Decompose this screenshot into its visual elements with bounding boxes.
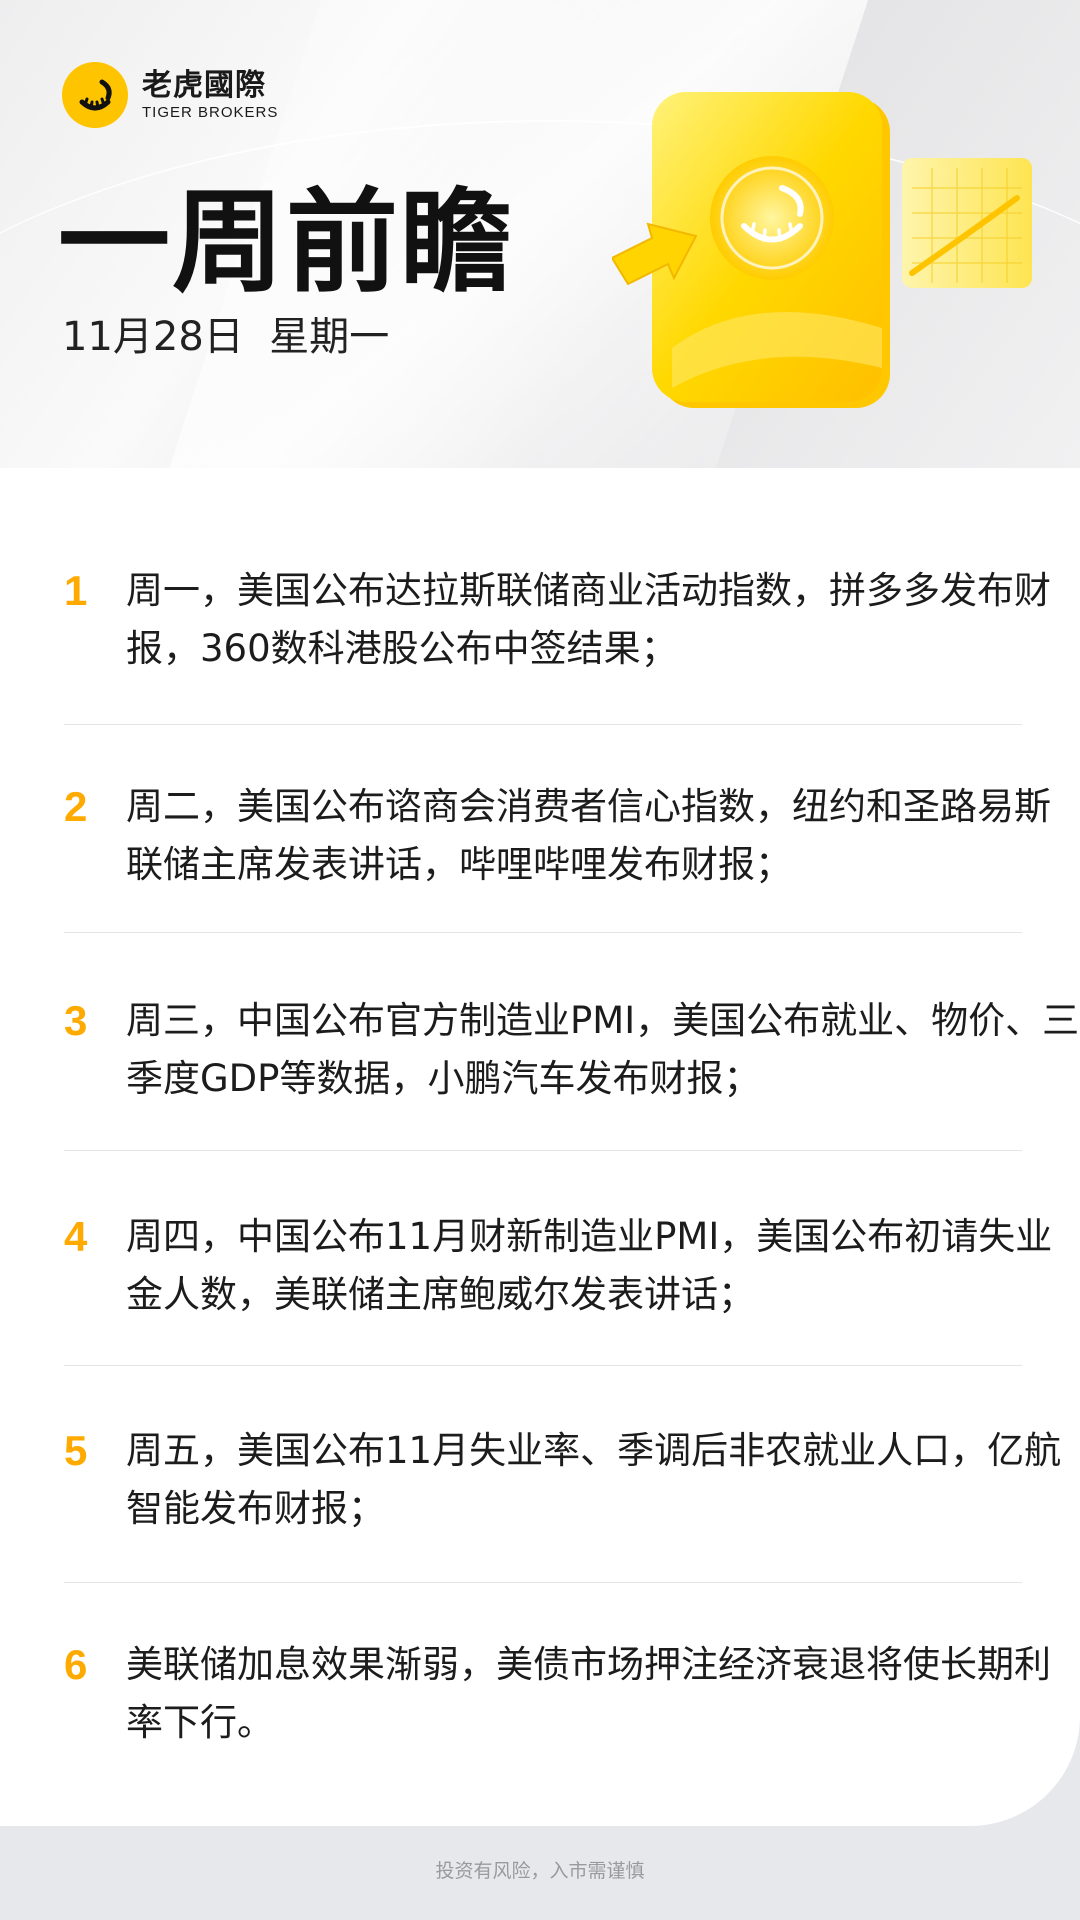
- page: 老虎國際 TIGER BROKERS 一周前瞻 11月28日 星期一 1 周一，…: [0, 0, 1080, 1920]
- divider: [64, 1365, 1022, 1366]
- item-number: 1: [64, 567, 88, 614]
- content-card: 1 周一，美国公布达拉斯联储商业活动指数，拼多多发布财报，360数科港股公布中签…: [0, 468, 1080, 1826]
- item-number: 5: [64, 1427, 88, 1474]
- divider: [64, 724, 1022, 725]
- brand-text: 老虎國際 TIGER BROKERS: [142, 68, 278, 122]
- date-label: 11月28日 星期一: [62, 314, 390, 360]
- brand-name-cn: 老虎國際: [142, 68, 266, 103]
- item-text: 周一，美国公布达拉斯联储商业活动指数，拼多多发布财报，360数科港股公布中签结果…: [126, 569, 1051, 670]
- item-text: 周五，美国公布11月失业率、季调后非农就业人口，亿航智能发布财报；: [126, 1429, 1062, 1530]
- item-text: 周四，中国公布11月财新制造业PMI，美国公布初请失业金人数，美联储主席鲍威尔发…: [126, 1215, 1053, 1316]
- divider: [64, 1150, 1022, 1151]
- item-number: 3: [64, 997, 88, 1044]
- brand-logo: 老虎國際 TIGER BROKERS: [62, 62, 278, 128]
- item-number: 6: [64, 1641, 88, 1688]
- item-text: 周三，中国公布官方制造业PMI，美国公布就业、物价、三季度GDP等数据，小鹏汽车…: [126, 999, 1080, 1100]
- item-number: 2: [64, 783, 88, 830]
- header-banner: 老虎國際 TIGER BROKERS 一周前瞻 11月28日 星期一: [0, 0, 1080, 468]
- divider: [64, 932, 1022, 933]
- tiger-brokers-logo-icon: [62, 62, 128, 128]
- gold-card-illustration-icon: [610, 88, 1042, 428]
- brand-name-en: TIGER BROKERS: [142, 104, 279, 121]
- divider: [64, 1582, 1022, 1583]
- risk-disclaimer: 投资有风险，入市需谨慎: [435, 1860, 645, 1882]
- item-text: 美联储加息效果渐弱，美债市场押注经济衰退将使长期利率下行。: [126, 1643, 1051, 1744]
- item-number: 4: [64, 1213, 88, 1260]
- page-title: 一周前瞻: [58, 178, 514, 308]
- item-text: 周二，美国公布谘商会消费者信心指数，纽约和圣路易斯联储主席发表讲话，哔哩哔哩发布…: [126, 785, 1051, 886]
